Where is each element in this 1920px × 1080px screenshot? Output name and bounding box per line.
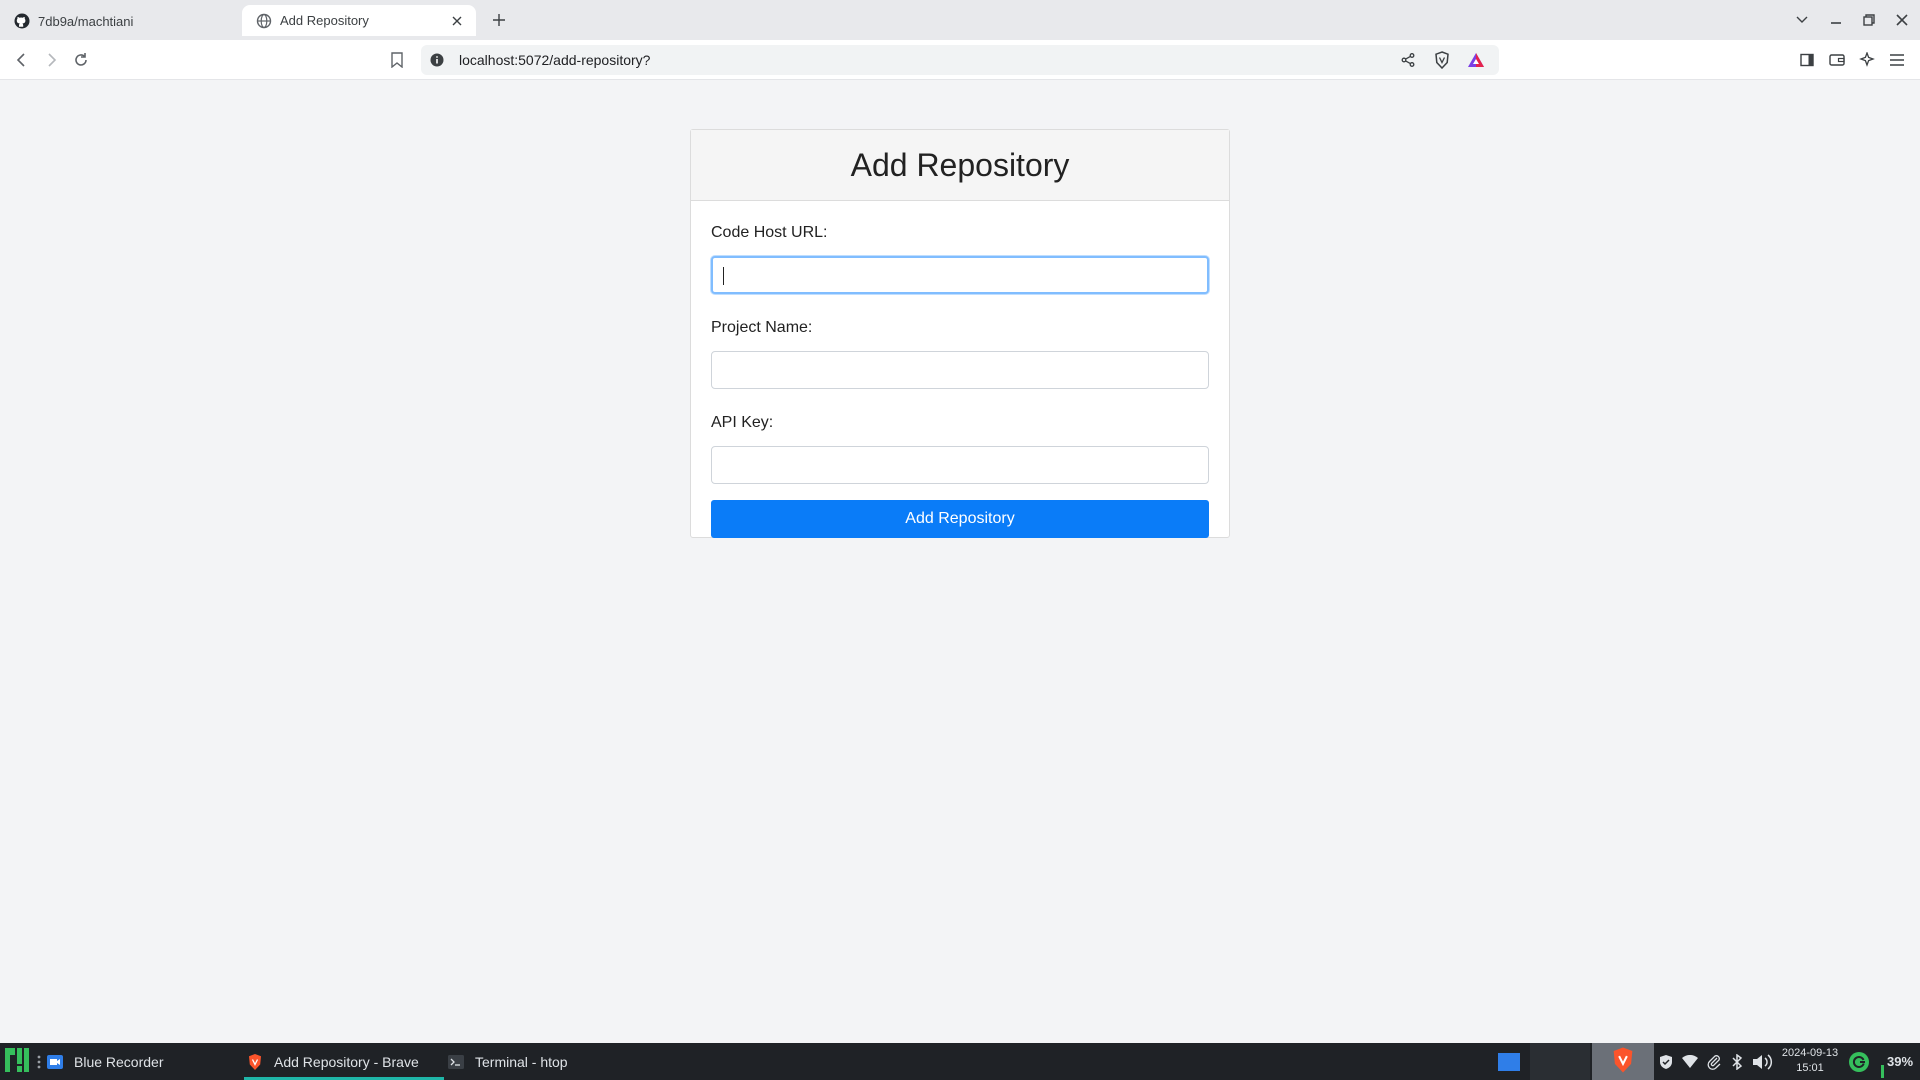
new-tab-button[interactable] <box>488 9 510 31</box>
project-name-input[interactable] <box>711 351 1209 389</box>
taskbar-item-brave[interactable]: Add Repository - Brave <box>246 1043 419 1080</box>
share-icon[interactable] <box>1397 49 1419 71</box>
tab-strip: 7db9a/machtiani Add Repository <box>0 0 1920 40</box>
volume-icon[interactable] <box>1750 1043 1776 1080</box>
pager-active-slot[interactable] <box>1592 1043 1654 1080</box>
text-caret <box>723 267 724 285</box>
clock[interactable]: 2024-09-13 15:01 <box>1780 1046 1840 1076</box>
clock-date: 2024-09-13 <box>1781 1047 1839 1059</box>
recorder-icon <box>46 1053 64 1071</box>
desktop-pager-icon[interactable] <box>1496 1043 1522 1080</box>
close-tab-icon[interactable] <box>448 12 466 30</box>
page-title: Add Repository <box>850 146 1070 183</box>
attachment-icon[interactable] <box>1704 1043 1724 1080</box>
card-header: Add Repository <box>691 130 1229 201</box>
code-host-url-label: Code Host URL: <box>711 224 828 241</box>
browser-toolbar: localhost:5072/add-repository? <box>0 40 1920 80</box>
taskbar-item-label: Add Repository - Brave <box>274 1053 419 1070</box>
brave-shields-icon[interactable] <box>1431 49 1453 71</box>
project-name-label: Project Name: <box>711 319 813 336</box>
api-key-label: API Key: <box>711 414 774 431</box>
brave-tray-icon <box>1610 1046 1636 1077</box>
clock-time: 15:01 <box>1796 1062 1824 1074</box>
taskbar-item-label: Blue Recorder <box>74 1053 164 1070</box>
code-host-url-input[interactable] <box>711 256 1209 294</box>
github-icon <box>14 13 30 29</box>
close-window-icon[interactable] <box>1891 9 1913 31</box>
globe-icon <box>256 13 272 29</box>
restore-icon[interactable] <box>1858 9 1880 31</box>
workspace-switcher-icon[interactable] <box>36 1043 42 1080</box>
bookmark-icon[interactable] <box>385 48 409 72</box>
taskbar: Blue Recorder Add Repository - Brave Ter… <box>0 1043 1920 1080</box>
repository-form: Code Host URL: Project Name: API Key: Ad… <box>691 201 1229 538</box>
wifi-icon[interactable] <box>1680 1043 1700 1080</box>
minimize-icon[interactable] <box>1825 9 1847 31</box>
battery-indicator[interactable]: 39% <box>1880 1043 1920 1080</box>
reload-icon[interactable] <box>69 48 93 72</box>
update-icon[interactable] <box>1846 1043 1872 1080</box>
wallet-icon[interactable] <box>1825 48 1849 72</box>
url-text[interactable]: localhost:5072/add-repository? <box>459 52 1397 68</box>
sidebar-icon[interactable] <box>1795 48 1819 72</box>
terminal-icon <box>447 1053 465 1071</box>
tab-title: 7db9a/machtiani <box>38 13 134 29</box>
shield-tray-icon[interactable] <box>1656 1043 1676 1080</box>
add-repository-card: Add Repository Code Host URL: Project Na… <box>690 129 1230 538</box>
taskbar-item-blue-recorder[interactable]: Blue Recorder <box>46 1043 164 1080</box>
page-viewport: Add Repository Code Host URL: Project Na… <box>0 81 1920 1043</box>
tab-add-repository[interactable]: Add Repository <box>242 5 476 36</box>
manjaro-logo-icon <box>4 1047 30 1076</box>
tab-title: Add Repository <box>280 13 369 28</box>
back-icon[interactable] <box>10 48 34 72</box>
leo-ai-icon[interactable] <box>1855 48 1879 72</box>
forward-icon[interactable] <box>39 48 63 72</box>
add-repository-button[interactable]: Add Repository <box>711 500 1209 538</box>
brave-rewards-icon[interactable] <box>1465 49 1487 71</box>
menu-icon[interactable] <box>1885 48 1909 72</box>
taskbar-item-terminal[interactable]: Terminal - htop <box>447 1043 568 1080</box>
taskbar-item-label: Terminal - htop <box>475 1053 568 1070</box>
pager-empty-slot[interactable] <box>1530 1043 1590 1080</box>
battery-level-bar <box>1881 1065 1884 1078</box>
battery-percent: 39% <box>1886 1054 1914 1069</box>
brave-icon <box>246 1053 264 1071</box>
app-menu-button[interactable] <box>4 1043 30 1080</box>
tab-search-chevron-icon[interactable] <box>1791 9 1813 31</box>
bluetooth-icon[interactable] <box>1727 1043 1747 1080</box>
address-bar[interactable]: localhost:5072/add-repository? <box>421 45 1499 75</box>
tab-machtiani[interactable]: 7db9a/machtiani <box>0 6 234 36</box>
api-key-input[interactable] <box>711 446 1209 484</box>
site-info-icon[interactable] <box>429 52 445 68</box>
